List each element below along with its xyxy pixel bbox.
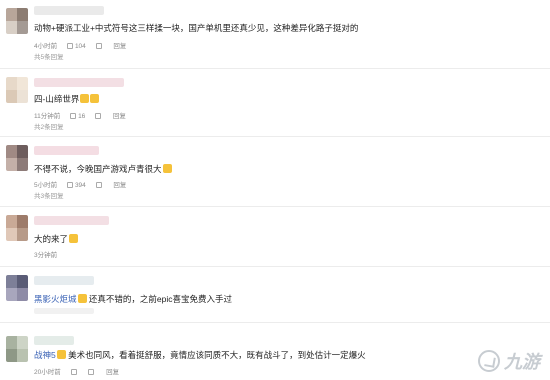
like-button[interactable] [70,369,79,376]
avatar[interactable] [6,145,28,171]
comment-text: 不得不说，今晚国产游戏卢青很大 [34,164,172,175]
like-button[interactable]: 394 [66,182,86,189]
username-redacted[interactable] [34,336,74,345]
thumb-up-icon [66,182,73,188]
timestamp: 5小时前 [34,182,58,189]
avatar[interactable] [6,275,28,301]
emoji-icon [56,350,66,359]
comment-meta: 3分钟前 [34,249,65,259]
dislike-icon[interactable] [95,43,104,50]
dislike-icon[interactable] [88,369,96,376]
avatar[interactable] [6,215,28,241]
comment-5: 黑影火炬城 还真不错的，之前epic喜宝免费入手过 [0,266,550,322]
username-redacted[interactable] [34,78,124,87]
replies-count[interactable]: 共5条回复 [34,51,64,61]
avatar[interactable] [6,77,28,103]
thumb-up-icon [70,369,77,375]
watermark: 九游 [478,348,540,374]
comment-text: 动物+硬派工业+中式符号这三样揉一块，国产单机里还真少见，这种差异化路子挺对的 [34,23,359,33]
comment-text: 四-山缔世界 [34,94,100,105]
avatar[interactable] [6,8,28,34]
comment-meta: 20小时前 回复 [34,366,127,376]
hashtag-link[interactable]: 黑影火炬城 [34,294,77,304]
jiuyou-logo-icon [478,350,500,372]
emoji-icon [162,164,172,173]
comment-6: 战神5 美术也同风，看着挺舒服，竟情应该同质不大，既有战斗了，到处估计一定爆火 … [0,322,550,380]
like-button[interactable]: 16 [70,113,85,120]
comment-meta: 11分钟前 16 回复 [34,110,134,120]
redacted-meta [34,308,94,314]
like-button[interactable]: 104 [66,43,86,50]
emoji-icon [90,94,100,103]
username-redacted[interactable] [34,216,109,225]
reply-button[interactable]: 回复 [113,113,126,120]
thumb-up-icon [70,113,77,119]
thumb-up-icon [66,43,73,49]
replies-count[interactable]: 共2条回复 [34,121,64,131]
comment-text: 黑影火炬城 还真不错的，之前epic喜宝免费入手过 [34,294,232,304]
emoji-icon [69,234,79,243]
timestamp: 20小时前 [34,369,61,376]
comment-3: 不得不说，今晚国产游戏卢青很大 5小时前 394 回复 共3条回复 [0,136,550,206]
dislike-icon[interactable] [95,182,104,189]
timestamp: 11分钟前 [34,113,61,120]
emoji-icon [80,94,90,103]
comment-meta: 4小时前 104 回复 [34,40,134,50]
emoji-icon [77,294,87,303]
username-redacted[interactable] [34,146,99,155]
dislike-icon[interactable] [95,113,103,120]
avatar[interactable] [6,336,28,362]
reply-button[interactable]: 回复 [113,182,126,189]
username-redacted[interactable] [34,276,94,285]
replies-count[interactable]: 共3条回复 [34,190,64,200]
timestamp: 3分钟前 [34,252,58,259]
timestamp: 4小时前 [34,43,58,50]
hashtag-link[interactable]: 战神5 [34,350,56,360]
comment-4: 大的来了 3分钟前 [0,206,550,266]
username-redacted[interactable] [34,6,104,15]
comment-1: 动物+硬派工业+中式符号这三样揉一块，国产单机里还真少见，这种差异化路子挺对的 … [0,0,550,68]
comment-text: 大的来了 [34,234,79,245]
comment-2: 四-山缔世界 11分钟前 16 回复 共2条回复 [0,68,550,136]
comment-text: 战神5 美术也同风，看着挺舒服，竟情应该同质不大，既有战斗了，到处估计一定爆火 [34,350,366,360]
reply-button[interactable]: 回复 [113,43,126,50]
reply-button[interactable]: 回复 [106,369,119,376]
watermark-text: 九游 [504,352,540,372]
comment-meta: 5小时前 394 回复 [34,179,134,189]
